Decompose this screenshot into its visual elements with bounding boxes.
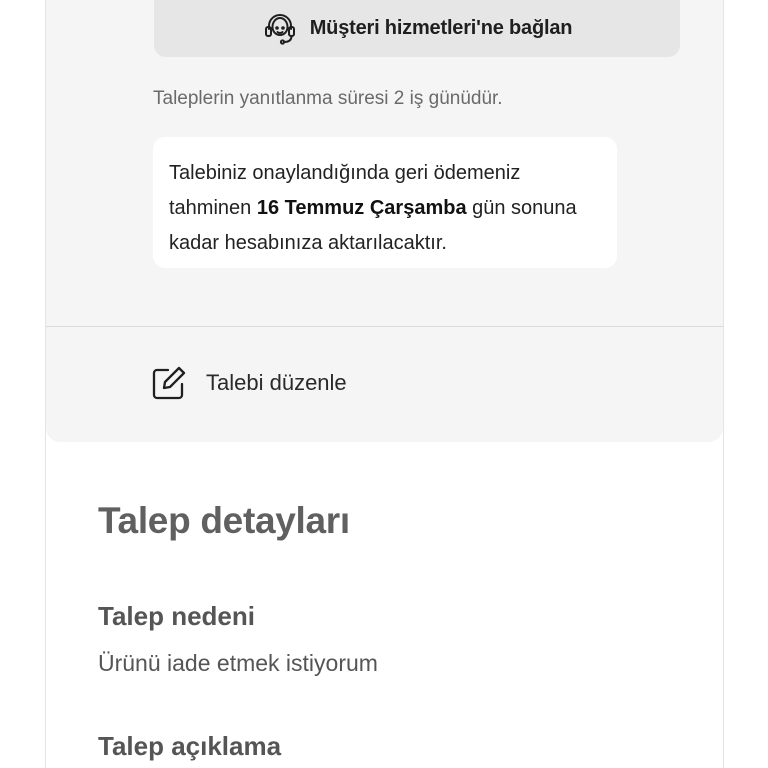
contact-support-button[interactable]: Müşteri hizmetleri'ne bağlan [154, 0, 680, 57]
request-reason-value: Ürünü iade etmek istiyorum [98, 650, 378, 676]
request-panel: Müşteri hizmetleri'ne bağlan Taleplerin … [45, 0, 724, 768]
request-status-section: Müşteri hizmetleri'ne bağlan Taleplerin … [46, 0, 723, 442]
refund-date: 16 Temmuz Çarşamba [256, 197, 467, 219]
request-description-label: Talep açıklama [98, 731, 282, 761]
contact-support-label: Müşteri hizmetleri'ne bağlan [309, 17, 573, 39]
request-reason-label: Talep nedeni [98, 601, 255, 631]
headset-icon [262, 11, 298, 47]
edit-request-label: Talebi düzenle [206, 370, 347, 395]
edit-icon [150, 364, 188, 402]
response-time-note: Taleplerin yanıtlanma süresi 2 iş günüdü… [153, 88, 503, 109]
edit-request-button[interactable]: Talebi düzenle [150, 364, 347, 402]
request-details-title: Talep detayları [98, 500, 350, 541]
section-divider [46, 326, 723, 327]
refund-info-card: Talebiniz onaylandığında geri ödemeniz t… [153, 137, 617, 268]
